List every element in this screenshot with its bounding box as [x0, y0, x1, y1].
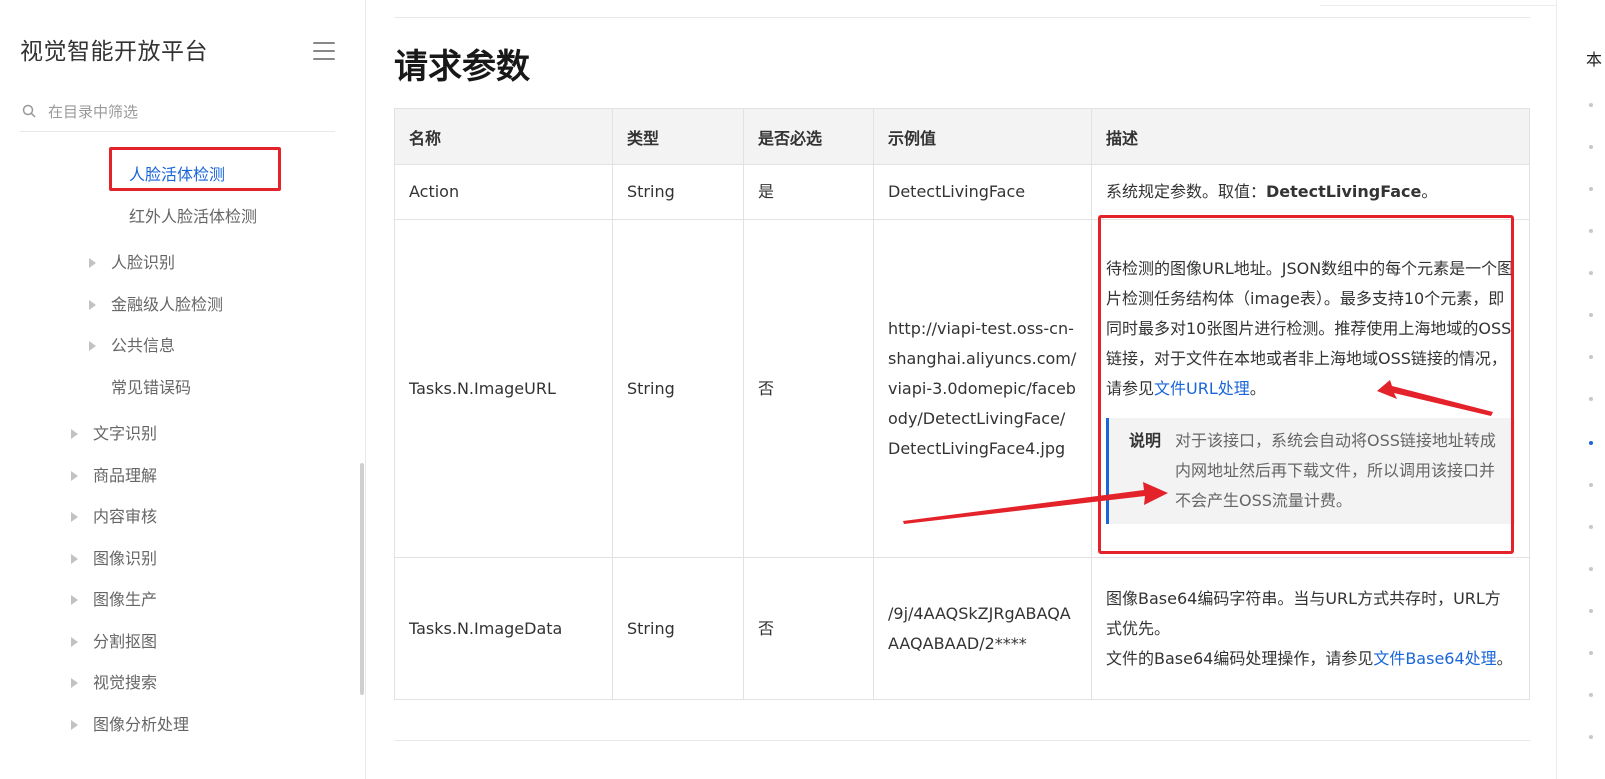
- caret-right-icon: [71, 720, 78, 730]
- column-header: 类型: [612, 108, 744, 165]
- param-required: 否: [743, 557, 874, 700]
- sidebar: 视觉智能开放平台 人脸活体检测 红外人脸活体检测 人脸识别 金融级人脸检测 公共…: [0, 0, 366, 779]
- toc-dot[interactable]: [1589, 693, 1593, 697]
- param-type: String: [612, 164, 744, 220]
- caret-right-icon: [89, 341, 96, 351]
- param-type: String: [612, 219, 744, 558]
- toc-dot[interactable]: [1589, 483, 1593, 487]
- toc-dot[interactable]: [1589, 735, 1593, 739]
- sidebar-filter: [20, 96, 335, 132]
- toc-dot[interactable]: [1589, 609, 1593, 613]
- column-header: 名称: [394, 108, 613, 165]
- nav-item-goods[interactable]: 商品理解: [71, 465, 157, 487]
- param-description: 系统规定参数。取值：DetectLivingFace。: [1091, 164, 1530, 220]
- toc-dot[interactable]: [1589, 229, 1593, 233]
- file-base64-link[interactable]: 文件Base64处理: [1373, 649, 1496, 668]
- toc-dot[interactable]: [1589, 313, 1593, 317]
- caret-right-icon: [71, 554, 78, 564]
- caret-right-icon: [71, 637, 78, 647]
- toc-dot[interactable]: [1589, 145, 1593, 149]
- column-header: 描述: [1091, 108, 1530, 165]
- toc-dot[interactable]: [1589, 651, 1593, 655]
- toc-dot[interactable]: [1589, 103, 1593, 107]
- param-required: 是: [743, 164, 874, 220]
- nav-item-image-analysis[interactable]: 图像分析处理: [71, 714, 189, 736]
- nav-item-error-codes[interactable]: 常见错误码: [111, 377, 191, 399]
- table-row: Action String 是 DetectLivingFace 系统规定参数。…: [394, 164, 1530, 220]
- nav-item-image-production[interactable]: 图像生产: [71, 589, 157, 611]
- sidebar-title: 视觉智能开放平台: [20, 39, 208, 65]
- caret-right-icon: [71, 678, 78, 688]
- param-name: Tasks.N.ImageData: [394, 557, 613, 700]
- highlight-box: [109, 147, 281, 191]
- param-example: /9j/4AAQSkZJRgABAQAAAQABAAD/2****: [873, 557, 1092, 700]
- param-description: 图像Base64编码字符串。当与URL方式共存时，URL方式优先。 文件的Bas…: [1091, 557, 1530, 700]
- caret-right-icon: [71, 512, 78, 522]
- toc-dot-active[interactable]: [1589, 441, 1593, 445]
- caret-right-icon: [71, 471, 78, 481]
- column-header: 是否必选: [743, 108, 874, 165]
- nav-item-finance-face[interactable]: 金融级人脸检测: [89, 294, 223, 316]
- param-type: String: [612, 557, 744, 700]
- caret-right-icon: [89, 258, 96, 268]
- nav-item-visual-search[interactable]: 视觉搜索: [71, 672, 157, 694]
- toc-dot[interactable]: [1589, 187, 1593, 191]
- search-icon: [22, 104, 36, 118]
- divider: [394, 740, 1530, 741]
- filter-input[interactable]: [48, 100, 318, 124]
- note-text: 对于该接口，系统会自动将OSS链接地址转成内网地址然后再下载文件，所以调用该接口…: [1175, 430, 1496, 510]
- main-content: 请求参数 名称 类型 是否必选 示例值 描述 Action String 是 D…: [366, 0, 1556, 779]
- table-row: Tasks.N.ImageData String 否 /9j/4AAQSkZJR…: [394, 557, 1530, 700]
- param-example: DetectLivingFace: [873, 164, 1092, 220]
- note-label: 说明: [1129, 430, 1162, 450]
- sidebar-scrollbar[interactable]: [360, 463, 364, 695]
- toc-rail: 本: [1556, 0, 1605, 779]
- file-url-link[interactable]: 文件URL处理: [1154, 379, 1250, 398]
- nav-item-image-recognition[interactable]: 图像识别: [71, 548, 157, 570]
- param-example: http://viapi-test.oss-cn-shanghai.aliyun…: [873, 219, 1092, 558]
- table-header-row: 名称 类型 是否必选 示例值 描述: [394, 108, 1530, 165]
- caret-right-icon: [71, 429, 78, 439]
- toc-dot[interactable]: [1589, 271, 1593, 275]
- toc-dot[interactable]: [1589, 397, 1593, 401]
- column-header: 示例值: [873, 108, 1092, 165]
- param-description: 待检测的图像URL地址。JSON数组中的每个元素是一个图片检测任务结构体（ima…: [1091, 219, 1530, 558]
- section-heading: 请求参数: [394, 47, 530, 87]
- nav-item-face-recognition[interactable]: 人脸识别: [89, 252, 175, 274]
- caret-right-icon: [89, 300, 96, 310]
- param-name: Action: [394, 164, 613, 220]
- params-table: 名称 类型 是否必选 示例值 描述 Action String 是 Detect…: [394, 108, 1530, 700]
- toc-title: 本: [1586, 50, 1603, 69]
- nav-item-public-info[interactable]: 公共信息: [89, 335, 175, 357]
- param-name: Tasks.N.ImageURL: [394, 219, 613, 558]
- table-row: Tasks.N.ImageURL String 否 http://viapi-t…: [394, 219, 1530, 558]
- sidebar-header: 视觉智能开放平台: [20, 36, 335, 68]
- toc-dot[interactable]: [1589, 567, 1593, 571]
- nav-item-infrared-liveness[interactable]: 红外人脸活体检测: [129, 206, 257, 228]
- caret-right-icon: [71, 595, 78, 605]
- divider: [394, 17, 1530, 18]
- note-callout: 说明 对于该接口，系统会自动将OSS链接地址转成内网地址然后再下载文件，所以调用…: [1106, 417, 1515, 524]
- toc-dot[interactable]: [1589, 355, 1593, 359]
- nav-item-ocr[interactable]: 文字识别: [71, 423, 157, 445]
- nav-item-content-audit[interactable]: 内容审核: [71, 506, 157, 528]
- nav-item-segmentation[interactable]: 分割抠图: [71, 631, 157, 653]
- menu-icon[interactable]: [313, 42, 335, 60]
- toc-dot[interactable]: [1589, 525, 1593, 529]
- param-required: 否: [743, 219, 874, 558]
